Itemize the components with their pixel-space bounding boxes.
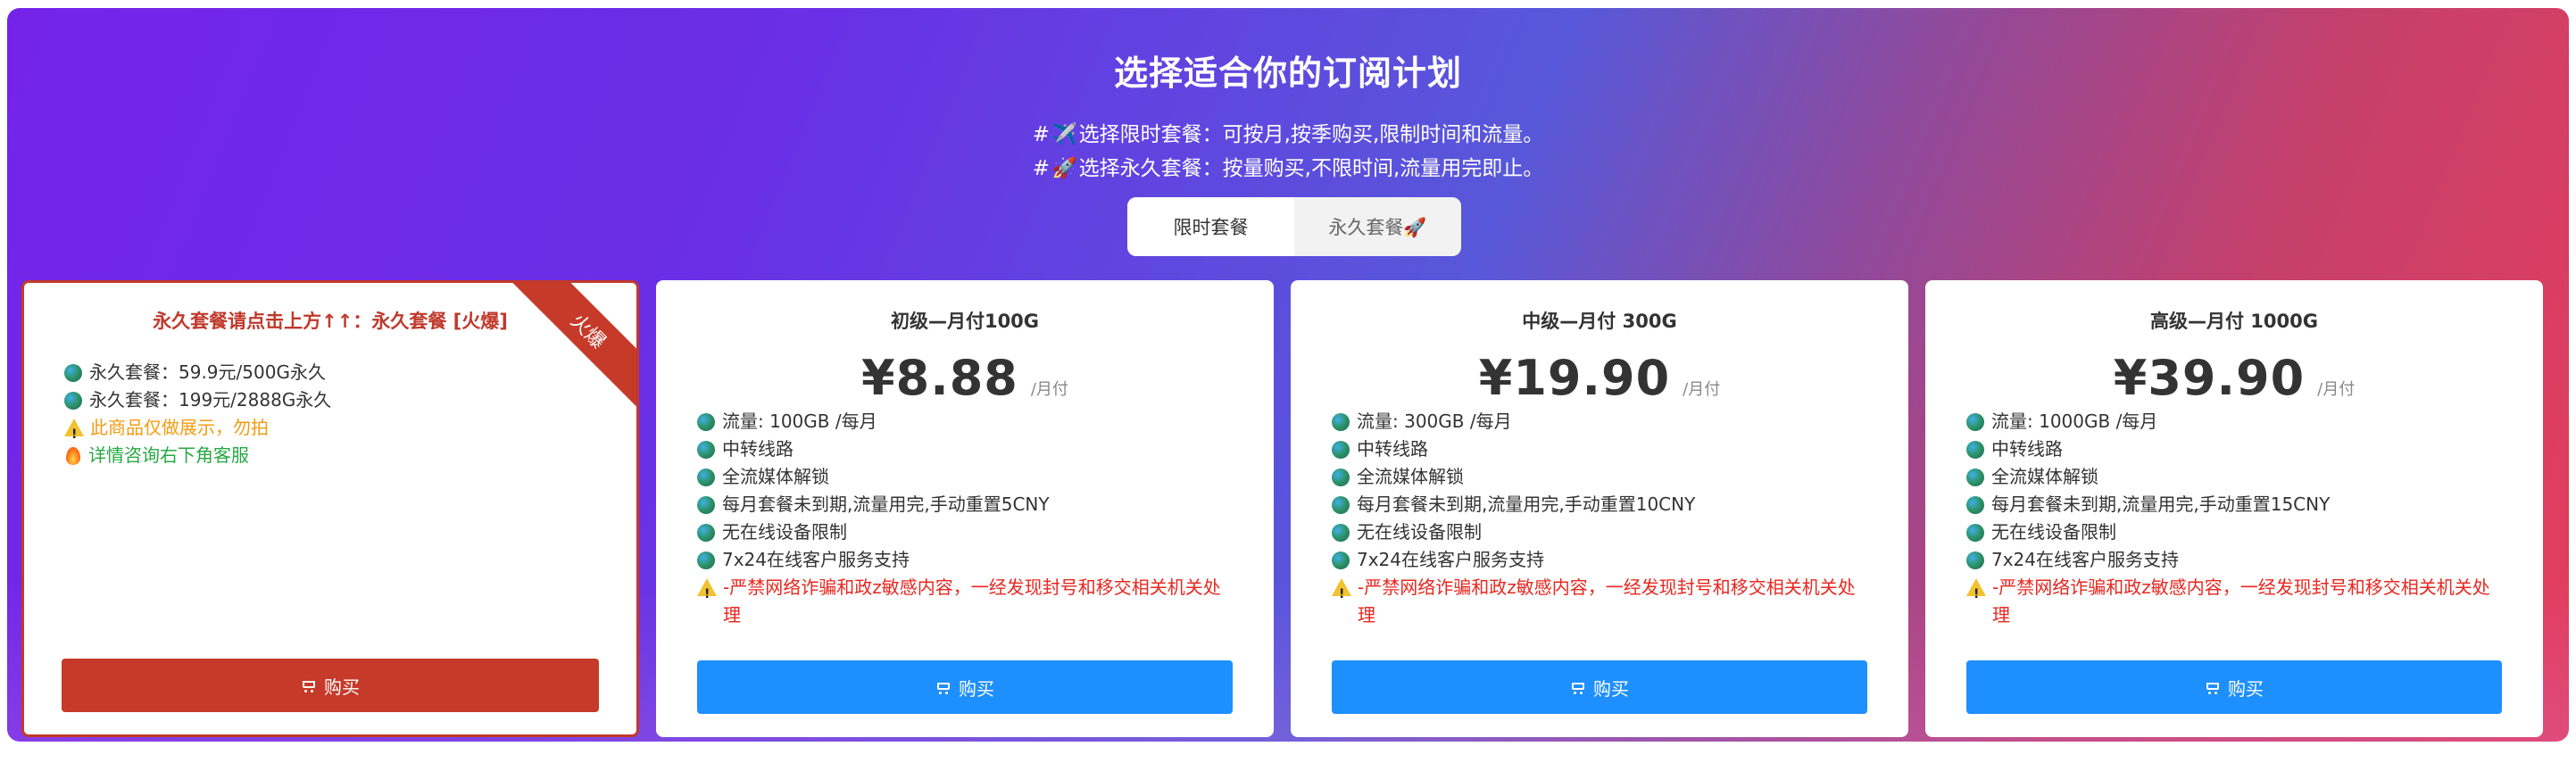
globe-icon: [697, 552, 715, 569]
card-title: 中级—月付 300G: [1522, 311, 1677, 332]
feature-item: 中转线路: [697, 435, 1238, 463]
price: ¥19.90/月付: [1291, 350, 1908, 406]
buy-button[interactable]: 购买: [697, 660, 1233, 714]
globe-icon: [1332, 441, 1350, 459]
card-title: 永久套餐请点击上方↑↑：永久套餐 [火爆]: [153, 311, 508, 332]
globe-icon: [1966, 552, 1984, 569]
page-title: 选择适合你的订阅计划: [1113, 54, 1462, 93]
feature-item: 7x24在线客户服务支持: [1966, 546, 2507, 574]
feature-item: 此商品仅做展示，勿拍: [64, 414, 601, 449]
hash-prefix: #: [1032, 157, 1050, 180]
tab-permanent-plans[interactable]: 永久套餐🚀: [1294, 197, 1461, 256]
globe-icon: [1966, 496, 1984, 514]
subtitle-line-2-text: 选择永久套餐：按量购买,不限时间,流量用完即止。: [1078, 157, 1544, 180]
feature-item: 全流媒体解锁: [697, 463, 1238, 491]
airplane-icon: ✈️: [1051, 123, 1077, 146]
globe-icon: [697, 413, 715, 431]
warning-item: -严禁网络诈骗和政z敏感内容，一经发现封号和移交相关机关处理: [697, 574, 1238, 629]
price-unit: /月付: [2317, 380, 2356, 399]
globe-icon: [1332, 524, 1350, 542]
feature-item: 每月套餐未到期,流量用完,手动重置10CNY: [1332, 491, 1873, 518]
globe-icon: [64, 392, 82, 410]
buy-button[interactable]: 购买: [1332, 660, 1867, 714]
globe-icon: [1966, 524, 1984, 542]
subtitle-line-2: #🚀选择永久套餐：按量购买,不限时间,流量用完即止。: [7, 151, 2569, 181]
warning-item: -严禁网络诈骗和政z敏感内容，一经发现封号和移交相关机关处理: [1332, 574, 1873, 629]
globe-icon: [1966, 441, 1984, 459]
warning-icon: [64, 419, 84, 449]
cart-icon: [301, 679, 317, 693]
globe-icon: [1332, 413, 1350, 431]
warning-icon: [1332, 578, 1351, 609]
plan-card-permanent: 火爆 永久套餐请点击上方↑↑：永久套餐 [火爆] 永久套餐：59.9元/500G…: [21, 280, 639, 737]
globe-icon: [64, 364, 82, 382]
feature-item: 永久套餐：59.9元/500G永久: [64, 359, 601, 386]
subtitle-line-1: #✈️选择限时套餐：可按月,按季购买,限制时间和流量。: [7, 117, 2569, 147]
card-title: 初级—月付100G: [890, 311, 1040, 332]
feature-item: 流量: 100GB /每月: [697, 408, 1238, 435]
price-unit: /月付: [1683, 380, 1721, 399]
globe-icon: [697, 524, 715, 542]
plan-card-basic: 初级—月付100G ¥8.88/月付 流量: 100GB /每月 中转线路 全流…: [656, 280, 1274, 737]
plan-card-intermediate: 中级—月付 300G ¥19.90/月付 流量: 300GB /每月 中转线路 …: [1291, 280, 1908, 737]
feature-list: 永久套餐：59.9元/500G永久 永久套餐：199元/2888G永久 此商品仅…: [64, 359, 601, 469]
price-amount: ¥19.90: [1478, 350, 1671, 406]
warning-icon: [697, 578, 717, 609]
feature-item: 中转线路: [1332, 435, 1873, 463]
rocket-icon: 🚀: [1051, 157, 1077, 180]
feature-item: 无在线设备限制: [1332, 518, 1873, 546]
globe-icon: [1332, 469, 1350, 486]
feature-item: 详情咨询右下角客服: [64, 442, 601, 469]
price-amount: ¥8.88: [861, 350, 1018, 406]
price: ¥8.88/月付: [656, 350, 1274, 406]
globe-icon: [1966, 413, 1984, 431]
buy-button[interactable]: 购买: [62, 659, 599, 712]
feature-item: 全流媒体解锁: [1966, 463, 2507, 491]
feature-list: 流量: 1000GB /每月 中转线路 全流媒体解锁 每月套餐未到期,流量用完,…: [1966, 408, 2507, 629]
feature-item: 永久套餐：199元/2888G永久: [64, 386, 601, 414]
feature-item: 每月套餐未到期,流量用完,手动重置5CNY: [697, 491, 1238, 518]
plan-card-advanced: 高级—月付 1000G ¥39.90/月付 流量: 1000GB /每月 中转线…: [1925, 280, 2543, 737]
globe-icon: [697, 496, 715, 514]
cart-icon: [1570, 681, 1586, 694]
feature-list: 流量: 100GB /每月 中转线路 全流媒体解锁 每月套餐未到期,流量用完,手…: [697, 408, 1238, 629]
feature-list: 流量: 300GB /每月 中转线路 全流媒体解锁 每月套餐未到期,流量用完,手…: [1332, 408, 1873, 629]
globe-icon: [697, 469, 715, 486]
feature-item: 中转线路: [1966, 435, 2507, 463]
globe-icon: [1332, 552, 1350, 569]
card-title: 高级—月付 1000G: [2150, 311, 2318, 332]
globe-icon: [1332, 496, 1350, 514]
feature-item: 无在线设备限制: [1966, 518, 2507, 546]
warning-icon: [1966, 578, 1986, 609]
globe-icon: [1966, 469, 1984, 486]
cart-icon: [935, 681, 951, 694]
hash-prefix: #: [1032, 123, 1050, 146]
plan-type-tabs: 限时套餐 永久套餐🚀: [1127, 197, 1461, 256]
price-amount: ¥39.90: [2113, 350, 2306, 406]
globe-icon: [697, 441, 715, 459]
price-unit: /月付: [1030, 380, 1068, 399]
subtitle-line-1-text: 选择限时套餐：可按月,按季购买,限制时间和流量。: [1078, 123, 1544, 146]
buy-button[interactable]: 购买: [1966, 660, 2502, 714]
feature-item: 7x24在线客户服务支持: [1332, 546, 1873, 574]
feature-item: 无在线设备限制: [697, 518, 1238, 546]
cart-icon: [2205, 681, 2221, 694]
price: ¥39.90/月付: [1925, 350, 2543, 406]
feature-item: 全流媒体解锁: [1332, 463, 1873, 491]
feature-item: 流量: 300GB /每月: [1332, 408, 1873, 435]
feature-item: 每月套餐未到期,流量用完,手动重置15CNY: [1966, 491, 2507, 518]
fire-icon: [66, 447, 80, 465]
tab-limited-plans[interactable]: 限时套餐: [1127, 197, 1294, 256]
feature-item: 7x24在线客户服务支持: [697, 546, 1238, 574]
warning-item: -严禁网络诈骗和政z敏感内容，一经发现封号和移交相关机关处理: [1966, 574, 2507, 629]
feature-item: 流量: 1000GB /每月: [1966, 408, 2507, 435]
